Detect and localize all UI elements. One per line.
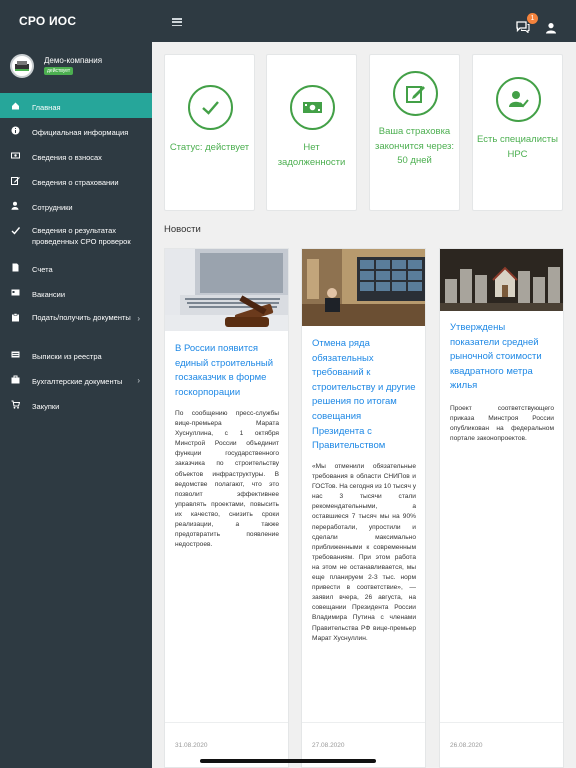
- briefcase-icon: [11, 375, 20, 384]
- chevron-right-icon: ›: [137, 314, 140, 323]
- company-block[interactable]: Демо-компания действует: [10, 52, 150, 86]
- banknote-icon: [290, 85, 335, 130]
- videoconference-meeting-image: [302, 249, 425, 326]
- home-icon: [12, 102, 19, 110]
- news-date: 26.08.2020: [450, 742, 483, 749]
- stat-status-text: Статус: действует: [169, 142, 250, 153]
- id-card-icon: [11, 289, 20, 296]
- sidebar-item[interactable]: Выписки из реестра: [0, 342, 152, 367]
- document-icon: [12, 263, 19, 272]
- sidebar-item[interactable]: Закупки: [0, 392, 152, 417]
- sidebar-item-label: Сведения о страховании: [32, 178, 119, 187]
- sidebar-item[interactable]: Сотрудники: [0, 193, 152, 218]
- sidebar-item-label: Вакансии: [32, 290, 66, 299]
- top-bar: СРО ИОС 1: [0, 0, 576, 42]
- edit-icon: [11, 177, 20, 185]
- sidebar-item-label: Сведения о результатах проведенных СРО п…: [32, 226, 131, 246]
- news-body: Проект соответствующего приказа Минстроя…: [450, 405, 554, 443]
- news-date: 27.08.2020: [312, 742, 345, 749]
- sidebar-item[interactable]: Официальная информация: [0, 118, 152, 143]
- news-body: «Мы отменили обязательные требования в о…: [312, 463, 417, 642]
- check-icon: [11, 227, 20, 235]
- checkmark-icon: [188, 85, 233, 130]
- edit-document-icon: [393, 71, 438, 116]
- sidebar-item-label: Сведения о взносах: [32, 153, 102, 162]
- stat-specialists-text: Есть специалисты НРС: [477, 134, 558, 160]
- sidebar-item-label: Бухгалтерские документы: [32, 377, 123, 386]
- sidebar-item[interactable]: Сведения о взносах: [0, 143, 152, 168]
- news-title[interactable]: Утверждены показатели средней рыночной с…: [450, 321, 554, 394]
- clipboard-icon: [12, 313, 19, 322]
- sidebar-item-label: Подать/получить документы: [32, 313, 131, 322]
- app-title: СРО ИОС: [19, 14, 77, 28]
- company-avatar: [10, 54, 34, 78]
- stat-card-insurance[interactable]: Ваша страховка закончится через: 50 дней: [369, 54, 460, 211]
- status-badge: действует: [44, 67, 74, 75]
- chevron-right-icon: ›: [137, 376, 140, 385]
- sidebar-item[interactable]: Главная: [0, 93, 152, 118]
- user-icon[interactable]: [545, 22, 557, 34]
- sidebar-item[interactable]: Счета: [0, 255, 152, 280]
- sidebar-nav: Главная Официальная информация Сведения о …: [0, 93, 152, 417]
- stat-card-specialists[interactable]: Есть специалисты НРС: [472, 54, 563, 211]
- stat-card-debt[interactable]: Нет задолженности: [266, 54, 357, 211]
- news-title[interactable]: В России появится единый строительный го…: [175, 342, 279, 400]
- sidebar-item-label: Закупки: [32, 402, 60, 411]
- news-section-title: Новости: [164, 224, 201, 235]
- stat-insurance-text: Ваша страховка закончится через: 50 дней: [374, 126, 455, 166]
- user-check-icon: [496, 77, 541, 122]
- gavel-laptop-image: [165, 249, 288, 331]
- stat-card-status[interactable]: Статус: действует: [164, 54, 255, 211]
- sidebar-item[interactable]: Вакансии: [0, 280, 152, 305]
- home-indicator[interactable]: [200, 759, 376, 763]
- sidebar-item[interactable]: Сведения о результатах проведенных СРО п…: [0, 218, 152, 255]
- cart-icon: [11, 400, 20, 409]
- news-title[interactable]: Отмена ряда обязательных требований к ст…: [312, 337, 416, 454]
- coins-houses-image: [440, 249, 563, 311]
- news-card[interactable]: В России появится единый строительный го…: [164, 248, 289, 768]
- news-card[interactable]: Утверждены показатели средней рыночной с…: [439, 248, 564, 768]
- chat-icon[interactable]: [516, 21, 530, 33]
- sidebar-item[interactable]: Подать/получить документы ›: [0, 305, 152, 342]
- money-icon: [11, 152, 20, 159]
- info-icon: [11, 126, 20, 135]
- sidebar-item-label: Сотрудники: [32, 203, 73, 212]
- news-divider: [165, 722, 288, 723]
- news-divider: [302, 722, 425, 723]
- list-icon: [11, 351, 20, 358]
- sidebar-item[interactable]: Сведения о страховании: [0, 168, 152, 193]
- user-icon: [11, 201, 19, 210]
- news-divider: [440, 722, 563, 723]
- notification-badge: 1: [527, 13, 538, 24]
- sidebar-item-label: Главная: [32, 103, 61, 112]
- sidebar: Демо-компания действует Главная Официальн…: [0, 42, 152, 768]
- sidebar-item-label: Официальная информация: [32, 128, 129, 137]
- stat-debt-text: Нет задолженности: [277, 142, 346, 168]
- sidebar-item-label: Счета: [32, 265, 53, 274]
- news-card[interactable]: Отмена ряда обязательных требований к ст…: [301, 248, 426, 768]
- sidebar-item-label: Выписки из реестра: [32, 352, 102, 361]
- news-body: По сообщению пресс-службы вице-премьера …: [175, 410, 279, 549]
- news-date: 31.08.2020: [175, 742, 208, 749]
- company-name: Демо-компания: [44, 56, 103, 65]
- menu-icon[interactable]: [172, 18, 182, 27]
- sidebar-item[interactable]: Бухгалтерские документы ›: [0, 367, 152, 392]
